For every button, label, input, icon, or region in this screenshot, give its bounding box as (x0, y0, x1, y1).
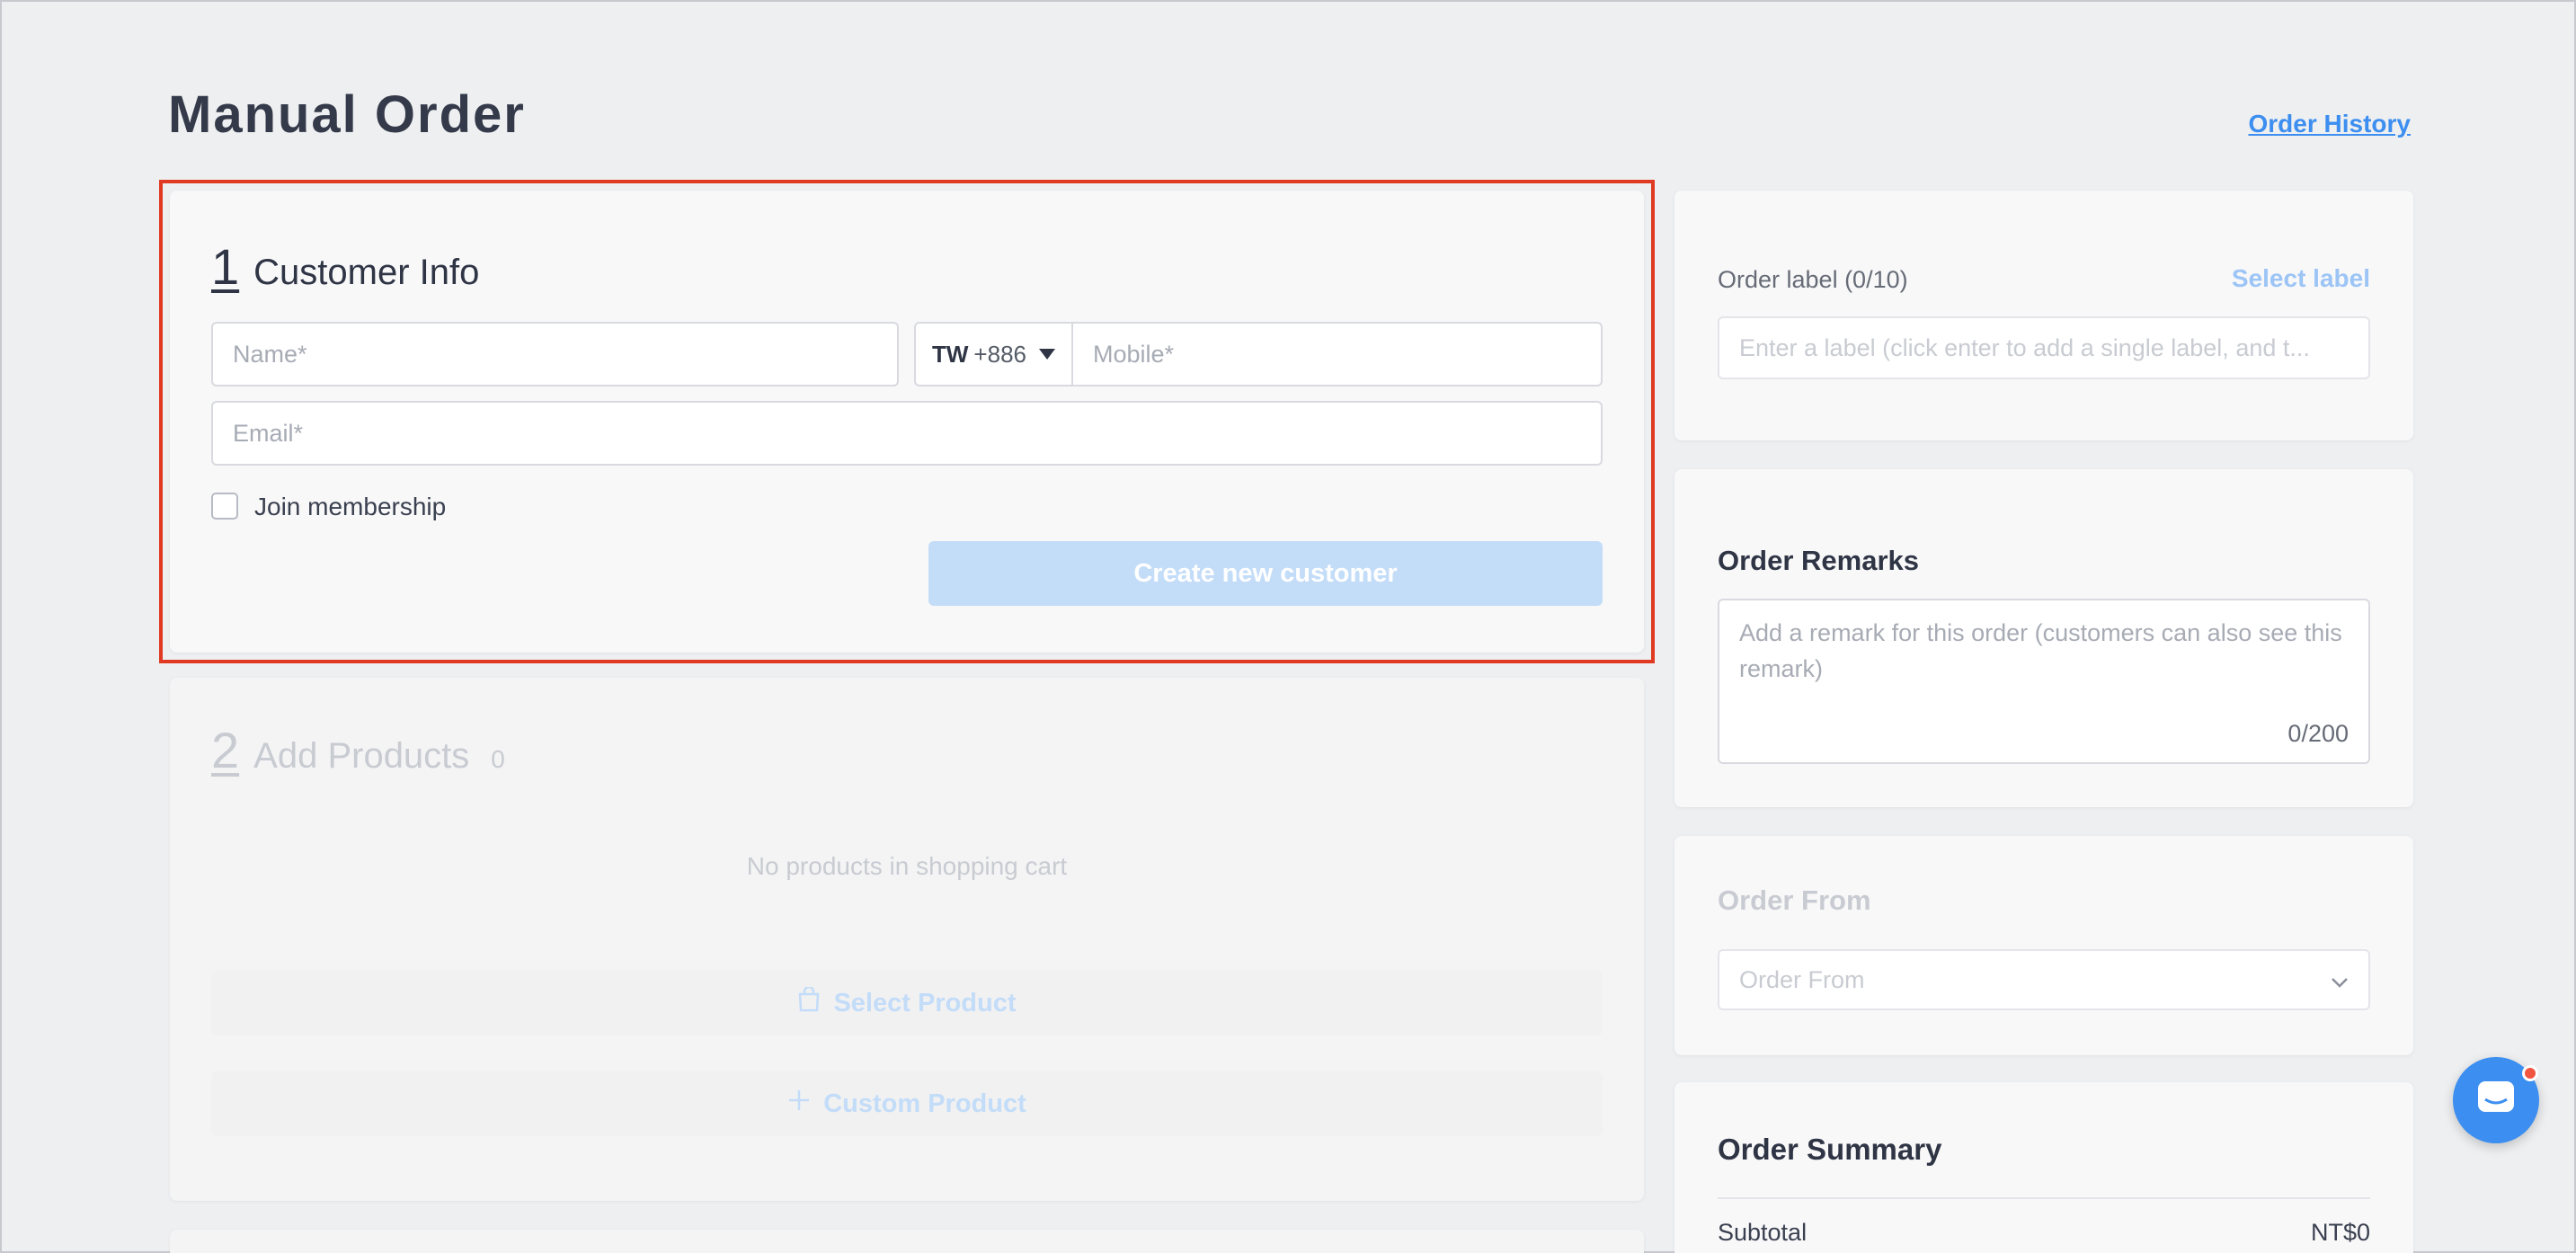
remarks-char-counter: 0/200 (2287, 720, 2349, 747)
mobile-input[interactable]: Mobile* (1073, 324, 1601, 385)
custom-product-label: Custom Product (823, 1089, 1026, 1118)
step-title: Customer Info (253, 253, 480, 292)
email-input[interactable]: Email* (211, 401, 1603, 466)
email-placeholder: Email* (233, 419, 304, 447)
empty-cart-text: No products in shopping cart (746, 852, 1068, 880)
caret-down-icon (1039, 349, 1055, 360)
next-card-edge (170, 1230, 1644, 1253)
membership-checkbox[interactable] (211, 493, 238, 520)
customer-info-card: 1 Customer Info Name* TW +886 Mobile* Em… (170, 191, 1644, 653)
name-placeholder: Name* (233, 340, 307, 368)
country-code: TW (932, 340, 969, 368)
summary-divider (1718, 1197, 2370, 1199)
order-label-placeholder: Enter a label (click enter to add a sing… (1739, 333, 2310, 361)
chevron-down-icon (2331, 966, 2349, 994)
phone-input-group: TW +886 Mobile* (914, 322, 1603, 387)
mobile-placeholder: Mobile* (1093, 340, 1175, 368)
select-label-link[interactable]: Select label (2232, 264, 2370, 293)
custom-product-button[interactable]: Custom Product (211, 1071, 1603, 1136)
subtotal-value: NT$0 (2310, 1219, 2370, 1246)
add-products-card: 2 Add Products 0 No products in shopping… (170, 678, 1644, 1201)
order-from-title: Order From (1718, 884, 1871, 916)
select-product-button[interactable]: Select Product (211, 971, 1603, 1035)
order-label-title: Order label (0/10) (1718, 266, 1908, 293)
order-summary-title: Order Summary (1718, 1133, 1942, 1166)
order-remarks-title: Order Remarks (1718, 545, 1920, 576)
add-products-heading: 2 Add Products 0 (211, 721, 505, 779)
order-remarks-card: Order Remarks Add a remark for this orde… (1674, 469, 2413, 807)
chat-icon (2476, 1080, 2516, 1122)
dial-code: +886 (973, 340, 1026, 368)
order-remarks-placeholder: Add a remark for this order (customers c… (1739, 619, 2342, 682)
membership-label: Join membership (254, 493, 447, 520)
order-history-link[interactable]: Order History (2249, 110, 2412, 138)
country-code-select[interactable]: TW +886 (916, 324, 1073, 385)
product-count: 0 (491, 745, 505, 773)
step-number: 2 (211, 722, 240, 778)
page-title: Manual Order (168, 85, 526, 144)
plus-icon (787, 1089, 811, 1119)
order-from-card: Order From Order From (1674, 836, 2413, 1055)
select-product-label: Select Product (833, 988, 1017, 1018)
order-label-input[interactable]: Enter a label (click enter to add a sing… (1718, 316, 2370, 379)
order-remarks-textarea[interactable]: Add a remark for this order (customers c… (1718, 599, 2370, 764)
shopping-bag-icon (797, 985, 821, 1019)
step-title: Add Products (253, 736, 470, 776)
customer-info-heading: 1 Customer Info (211, 237, 479, 296)
notification-dot (2522, 1065, 2538, 1081)
order-label-card: Order label (0/10) Select label Enter a … (1674, 191, 2413, 440)
order-summary-card: Order Summary Subtotal NT$0 (1674, 1082, 2413, 1253)
create-customer-button[interactable]: Create new customer (928, 541, 1603, 606)
name-input[interactable]: Name* (211, 322, 899, 387)
order-from-select[interactable]: Order From (1718, 949, 2370, 1010)
order-from-placeholder: Order From (1739, 965, 1865, 993)
step-number: 1 (211, 238, 240, 295)
subtotal-label: Subtotal (1718, 1219, 1808, 1246)
